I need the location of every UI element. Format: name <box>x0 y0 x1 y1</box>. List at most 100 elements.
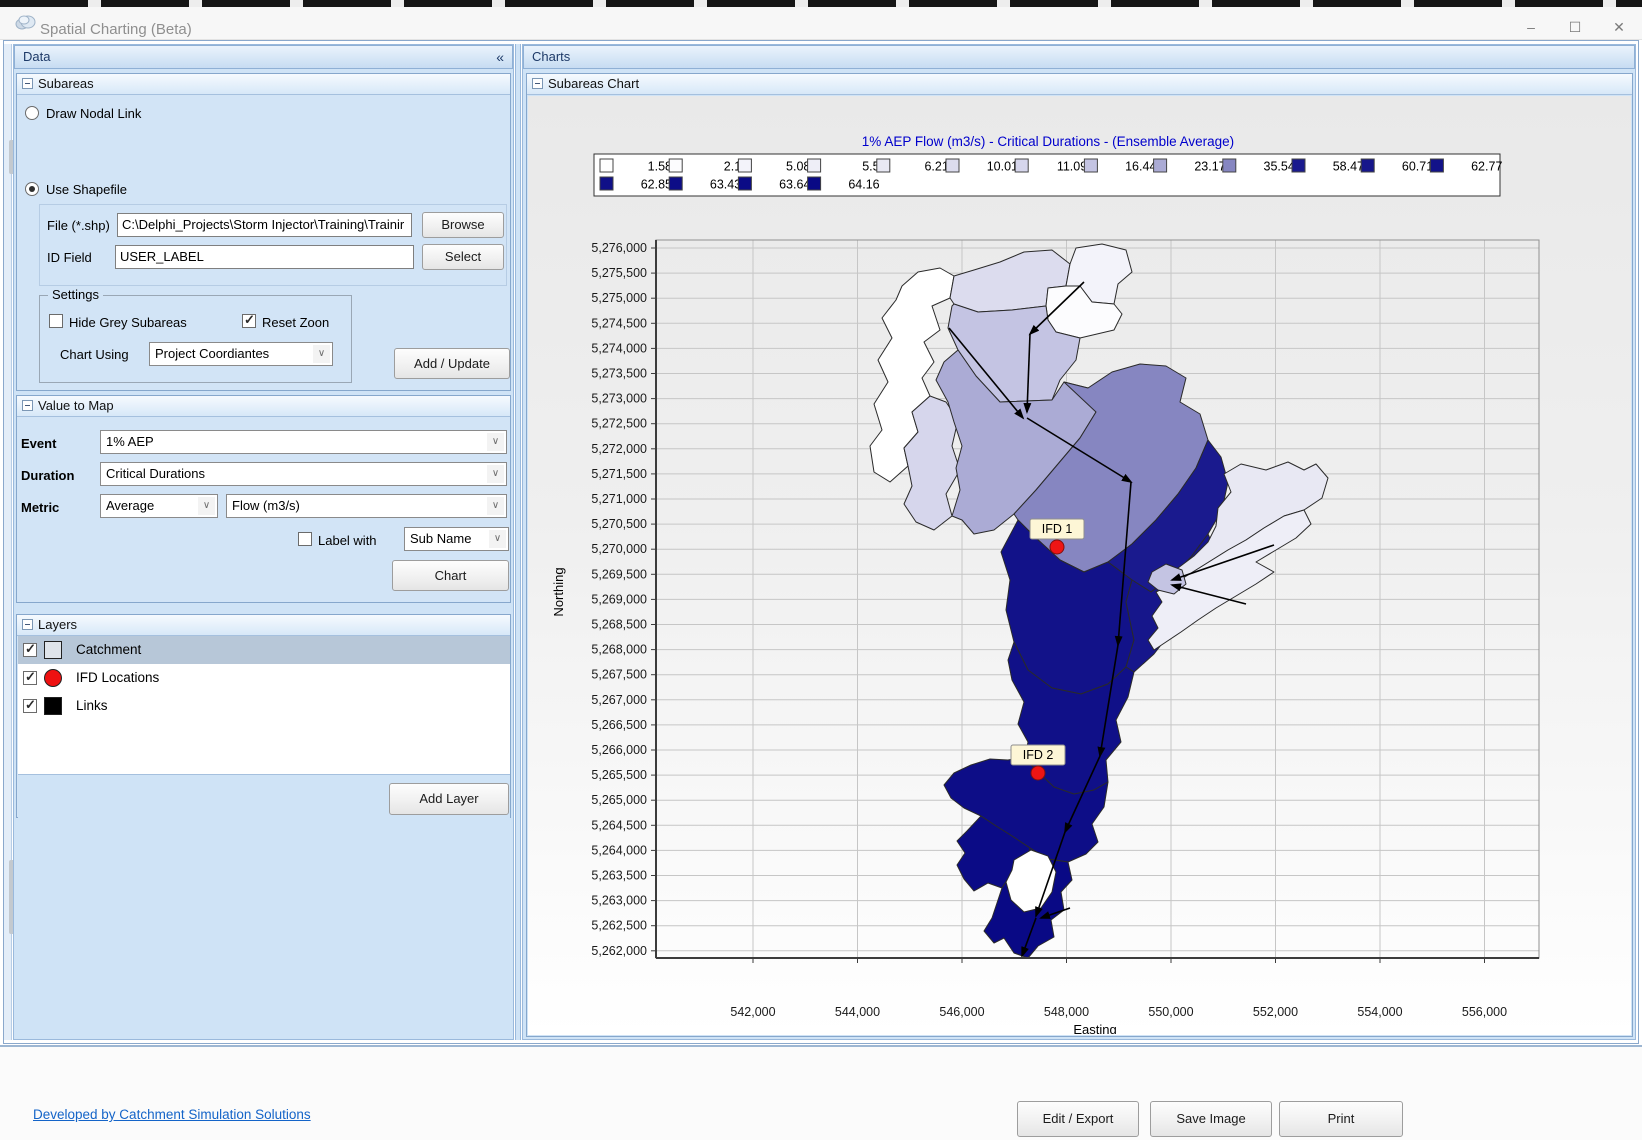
y-tick-label: 5,270,000 <box>591 542 647 556</box>
legend-swatch <box>1292 159 1305 172</box>
y-tick-label: 5,271,000 <box>591 492 647 506</box>
layers-group-header[interactable]: Layers <box>17 615 510 636</box>
subareas-chart-group: Subareas Chart 1% AEP Flow (m3/s) - Crit… <box>526 73 1633 1037</box>
chart-legend: 1.582.15.085.56.2110.0111.0916.4423.1735… <box>594 154 1502 196</box>
hide-grey-subareas-label: Hide Grey Subareas <box>69 315 187 330</box>
chevron-down-icon: ∨ <box>487 465 504 483</box>
legend-swatch <box>1015 159 1028 172</box>
y-axis-title: Northing <box>551 567 566 616</box>
y-tick-label: 5,264,000 <box>591 843 647 857</box>
subareas-chart-svg: 1% AEP Flow (m3/s) - Critical Durations … <box>528 96 1628 1034</box>
legend-value: 23.17 <box>1194 160 1225 174</box>
metric-type-value: Flow (m3/s) <box>232 498 300 513</box>
chart-canvas[interactable]: 1% AEP Flow (m3/s) - Critical Durations … <box>528 96 1631 1035</box>
chart-button[interactable]: Chart <box>392 560 509 591</box>
duration-label: Duration <box>21 468 74 483</box>
legend-swatch <box>1084 159 1097 172</box>
subareas-chart-title: Subareas Chart <box>548 76 639 91</box>
event-select[interactable]: 1% AEP ∨ <box>100 430 507 454</box>
titlebar: Spatial Charting (Beta) – ☐ ✕ <box>0 7 1642 40</box>
legend-swatch <box>946 159 959 172</box>
panel-splitter[interactable] <box>515 44 521 1040</box>
hide-grey-subareas-checkbox[interactable] <box>49 314 63 328</box>
subareas-chart-header[interactable]: Subareas Chart <box>527 74 1632 95</box>
layers-group: Layers Catchment IFD Locations Links Add L… <box>16 614 511 818</box>
chart-using-select[interactable]: Project Coordiantes ∨ <box>149 342 333 366</box>
legend-value: 63.43 <box>710 178 741 192</box>
legend-value: 16.44 <box>1125 160 1156 174</box>
screen-edge-artifact <box>0 0 1642 7</box>
y-tick-label: 5,270,500 <box>591 517 647 531</box>
draw-nodal-link-radio[interactable] <box>25 106 39 120</box>
collapse-panel-icon[interactable]: « <box>496 46 504 68</box>
layer-visibility-checkbox[interactable] <box>23 699 37 713</box>
y-tick-label: 5,274,500 <box>591 316 647 330</box>
value-to-map-header[interactable]: Value to Map <box>17 396 510 417</box>
y-tick-label: 5,263,500 <box>591 869 647 883</box>
developer-link[interactable]: Developed by Catchment Simulation Soluti… <box>33 1107 311 1122</box>
layer-visibility-checkbox[interactable] <box>23 643 37 657</box>
y-tick-label: 5,276,000 <box>591 241 647 255</box>
legend-value: 63.64 <box>779 178 810 192</box>
chevron-down-icon: ∨ <box>487 497 504 515</box>
x-tick-label: 552,000 <box>1253 1005 1298 1019</box>
label-with-checkbox[interactable] <box>298 532 312 546</box>
layer-name: IFD Locations <box>76 670 159 685</box>
y-tick-label: 5,267,000 <box>591 693 647 707</box>
legend-swatch <box>877 159 890 172</box>
edit-export-button[interactable]: Edit / Export <box>1017 1101 1139 1137</box>
minimize-button[interactable]: – <box>1514 15 1548 39</box>
legend-swatch <box>808 159 821 172</box>
collapse-icon[interactable] <box>22 78 33 89</box>
y-tick-label: 5,265,000 <box>591 793 647 807</box>
window-title: Spatial Charting (Beta) <box>40 21 192 38</box>
subareas-group-header[interactable]: Subareas <box>17 74 510 95</box>
legend-value: 60.71 <box>1402 160 1433 174</box>
collapse-icon[interactable] <box>22 400 33 411</box>
x-tick-label: 542,000 <box>730 1005 775 1019</box>
browse-button[interactable]: Browse <box>422 212 504 238</box>
select-button[interactable]: Select <box>422 244 504 270</box>
plot-area: IFD 1IFD 25,276,0005,275,5005,275,0005,2… <box>551 240 1539 1034</box>
legend-value: 6.21 <box>924 160 948 174</box>
y-tick-label: 5,262,500 <box>591 919 647 933</box>
x-axis-title: Easting <box>1073 1022 1116 1034</box>
reset-zoom-checkbox[interactable] <box>242 314 256 328</box>
metric-stat-select[interactable]: Average ∨ <box>100 494 218 518</box>
chevron-down-icon: ∨ <box>487 433 504 451</box>
layer-row[interactable]: Links <box>18 692 510 720</box>
print-button[interactable]: Print <box>1279 1101 1403 1137</box>
legend-swatch <box>669 159 682 172</box>
id-field-label: ID Field <box>47 250 92 265</box>
x-tick-label: 556,000 <box>1462 1005 1507 1019</box>
file-path-input[interactable]: C:\Delphi_Projects\Storm Injector\Traini… <box>117 213 412 237</box>
layer-visibility-checkbox[interactable] <box>23 671 37 685</box>
metric-type-select[interactable]: Flow (m3/s) ∨ <box>226 494 507 518</box>
event-label: Event <box>21 436 56 451</box>
app-window: Spatial Charting (Beta) – ☐ ✕ Data « Sub… <box>0 0 1642 1140</box>
chevron-down-icon: ∨ <box>198 497 215 515</box>
layer-name: Links <box>76 698 108 713</box>
use-shapefile-radio[interactable] <box>25 182 39 196</box>
legend-value: 10.01 <box>987 160 1018 174</box>
collapse-icon[interactable] <box>532 78 543 89</box>
id-field-input[interactable]: USER_LABEL <box>115 245 414 269</box>
legend-swatch <box>808 177 821 190</box>
maximize-button[interactable]: ☐ <box>1558 15 1592 39</box>
add-layer-button[interactable]: Add Layer <box>389 783 509 815</box>
draw-nodal-link-label: Draw Nodal Link <box>46 106 141 121</box>
y-tick-label: 5,273,500 <box>591 367 647 381</box>
duration-select[interactable]: Critical Durations ∨ <box>100 462 507 486</box>
layer-row[interactable]: Catchment <box>18 636 510 664</box>
close-button[interactable]: ✕ <box>1602 15 1636 39</box>
layer-row[interactable]: IFD Locations <box>18 664 510 692</box>
legend-swatch <box>1154 159 1167 172</box>
chart-using-label: Chart Using <box>60 347 129 362</box>
layer-swatch-icon <box>44 669 62 687</box>
y-tick-label: 5,275,500 <box>591 266 647 280</box>
label-with-select[interactable]: Sub Name ∨ <box>404 527 509 551</box>
save-image-button[interactable]: Save Image <box>1150 1101 1272 1137</box>
collapse-icon[interactable] <box>22 619 33 630</box>
add-update-button[interactable]: Add / Update <box>394 348 510 379</box>
reset-zoom-label: Reset Zoon <box>262 315 329 330</box>
